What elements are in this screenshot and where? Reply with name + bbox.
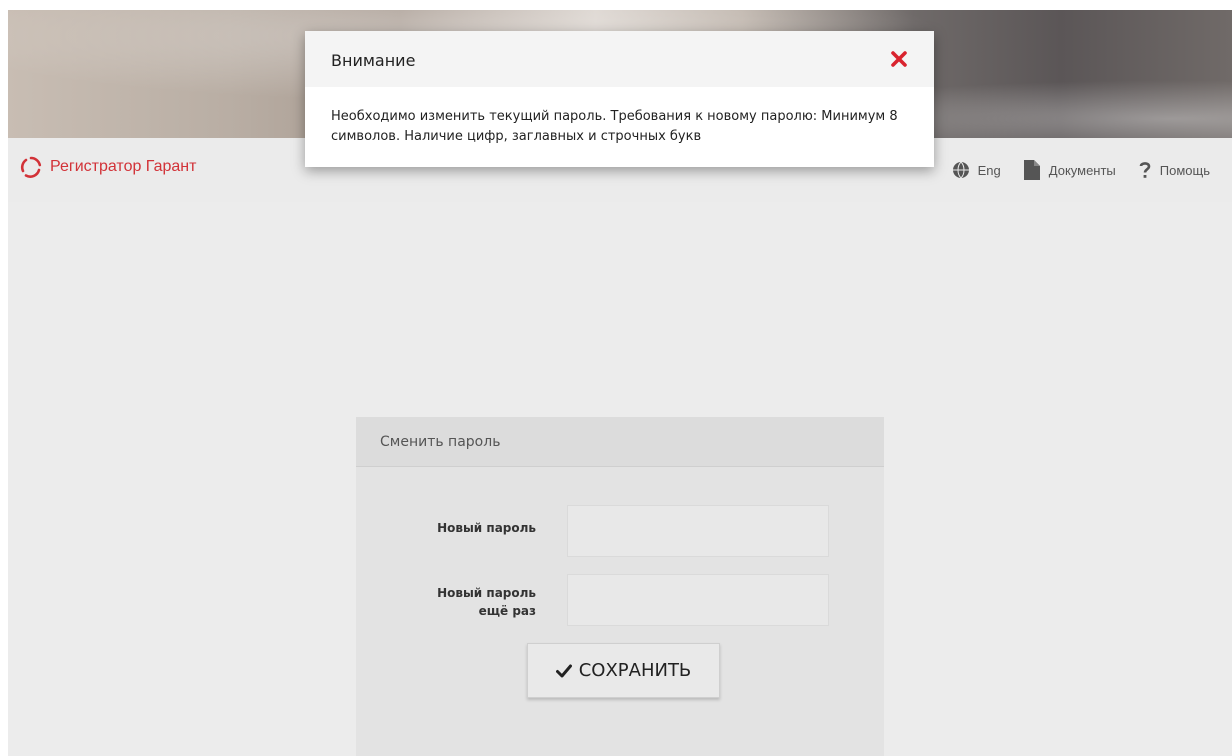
card-title: Сменить пароль	[380, 434, 501, 450]
nav-menu: Eng Документы Помощь	[952, 138, 1232, 202]
question-icon	[1138, 161, 1152, 179]
nav-language[interactable]: Eng	[952, 161, 1001, 179]
repeat-password-input[interactable]	[567, 574, 829, 626]
close-icon[interactable]	[890, 50, 908, 68]
nav-documents-label: Документы	[1048, 162, 1116, 178]
modal-header: Внимание	[305, 31, 934, 87]
new-password-label: Новый пароль	[437, 521, 536, 535]
nav-documents[interactable]: Документы	[1023, 159, 1116, 181]
nav-help-label: Помощь	[1159, 162, 1210, 178]
warning-modal: Внимание Необходимо изменить текущий пар…	[305, 31, 934, 167]
brand-name: Регистратор Гарант	[50, 158, 197, 175]
modal-message: Необходимо изменить текущий пароль. Треб…	[331, 109, 898, 144]
brand-logo[interactable]: Регистратор Гарант	[20, 152, 196, 182]
save-button[interactable]: СОХРАНИТЬ	[527, 643, 720, 698]
repeat-password-label-line1: Новый пароль	[437, 586, 536, 600]
globe-icon	[952, 161, 970, 179]
modal-title: Внимание	[331, 51, 416, 70]
nav-help[interactable]: Помощь	[1138, 161, 1210, 179]
save-button-label: СОХРАНИТЬ	[578, 660, 692, 681]
new-password-input[interactable]	[567, 505, 829, 557]
card-header: Сменить пароль	[356, 417, 884, 467]
nav-language-label: Eng	[977, 162, 1001, 178]
check-icon	[555, 664, 572, 678]
document-icon	[1023, 159, 1041, 181]
change-password-card: Сменить пароль Новый пароль Новый пароль…	[356, 417, 884, 756]
logo-icon	[20, 156, 42, 178]
repeat-password-label-line2: ещё раз	[478, 604, 536, 618]
repeat-password-label: Новый пароль ещё раз	[356, 584, 536, 620]
